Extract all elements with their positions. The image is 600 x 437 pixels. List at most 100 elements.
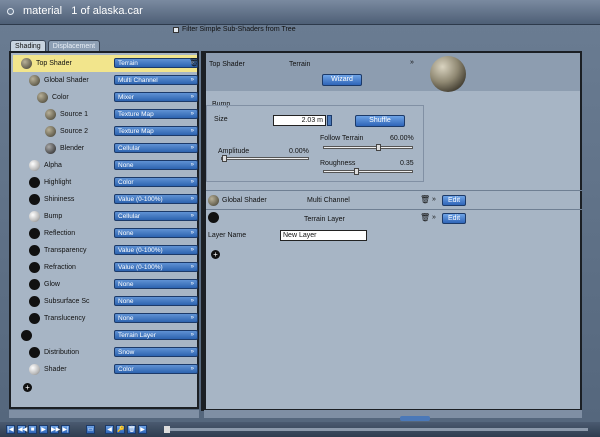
amplitude-knob[interactable]	[222, 155, 227, 162]
tree-row[interactable]: Glow None »	[13, 276, 198, 293]
tree-row[interactable]: Distribution Snow »	[13, 344, 198, 361]
tree-row[interactable]: Blender Cellular »	[13, 140, 198, 157]
shuffle-button[interactable]: Shuffle	[355, 115, 405, 127]
shader-ball-icon	[29, 228, 40, 239]
shader-dropdown[interactable]: Color »	[114, 177, 198, 187]
shader-dropdown[interactable]: None »	[114, 313, 198, 323]
stop-icon[interactable]: ■	[28, 425, 37, 434]
shader-ball-icon	[29, 75, 40, 86]
shader-dropdown[interactable]: Value (0-100%) »	[114, 262, 198, 272]
tree-row[interactable]: Highlight Color »	[13, 174, 198, 191]
amplitude-slider[interactable]	[221, 155, 309, 162]
shader-dropdown[interactable]: Multi Channel »	[114, 75, 198, 85]
prev-frame-icon[interactable]: ◀◀	[17, 425, 27, 434]
key-add-icon[interactable]: 🔑	[116, 425, 125, 434]
shader-dropdown[interactable]: None »	[114, 228, 198, 238]
tree-row-label: Distribution	[44, 349, 80, 356]
tree-horizontal-scrollbar[interactable]	[9, 410, 199, 418]
shader-dropdown[interactable]: Cellular »	[114, 143, 198, 153]
tree-row-label: Alpha	[44, 162, 62, 169]
shader-dropdown[interactable]: Color »	[114, 364, 198, 374]
tree-row[interactable]: Terrain Layer »	[13, 327, 198, 344]
follow-terrain-knob[interactable]	[376, 144, 381, 151]
shader-ball-icon	[45, 143, 56, 154]
tree-row[interactable]: Transparency Value (0-100%) »	[13, 242, 198, 259]
follow-terrain-slider[interactable]	[323, 144, 413, 151]
timeline-scrubber[interactable]	[164, 426, 170, 433]
shader-dropdown[interactable]: Snow »	[114, 347, 198, 357]
tree-row-label: Color	[52, 94, 69, 101]
tree-row[interactable]: Shininess Value (0-100%) »	[13, 191, 198, 208]
chevron-down-icon: »	[190, 349, 194, 355]
layer-name-input[interactable]: New Layer	[280, 230, 367, 241]
shader-dropdown[interactable]: Cellular »	[114, 211, 198, 221]
tree-row[interactable]: Subsurface Sc None »	[13, 293, 198, 310]
close-icon[interactable]	[7, 8, 14, 15]
tree-row[interactable]: Translucency None »	[13, 310, 198, 327]
tree-row[interactable]: Source 1 Texture Map »	[13, 106, 198, 123]
key-delete-icon[interactable]: 🗑	[127, 425, 136, 434]
roughness-knob[interactable]	[354, 168, 359, 175]
first-frame-icon[interactable]: |◀	[6, 425, 15, 434]
size-input[interactable]: 2.03 m	[273, 115, 326, 126]
settings-horizontal-scrollbar[interactable]	[204, 410, 582, 418]
tree-row[interactable]: Source 2 Texture Map »	[13, 123, 198, 140]
shader-dropdown-value: Value (0-100%)	[118, 264, 163, 271]
tree-row[interactable]: Bump Cellular »	[13, 208, 198, 225]
filter-label: Filter Simple Sub-Shaders from Tree	[182, 26, 296, 33]
trash-icon[interactable]: 🗑	[420, 195, 430, 204]
filter-checkbox-row[interactable]: Filter Simple Sub-Shaders from Tree	[173, 26, 296, 33]
shader-dropdown[interactable]: Texture Map »	[114, 126, 198, 136]
chevron-down-icon[interactable]: »	[432, 196, 436, 203]
splitter-handle[interactable]	[400, 416, 430, 421]
shader-dropdown[interactable]: Terrain»	[114, 58, 198, 68]
shader-dropdown[interactable]: Mixer »	[114, 92, 198, 102]
chevron-down-icon[interactable]: »	[410, 59, 414, 66]
play-icon[interactable]: ▶	[39, 425, 48, 434]
tree-row[interactable]: Color Mixer »	[13, 89, 198, 106]
trash-icon[interactable]: 🗑	[189, 58, 199, 67]
shader-dropdown-value: Color	[118, 179, 134, 186]
global-shader-edit-button[interactable]: Edit	[442, 195, 466, 206]
shader-dropdown[interactable]: Value (0-100%) »	[114, 194, 198, 204]
tree-row[interactable]: Alpha None »	[13, 157, 198, 174]
shader-dropdown[interactable]: Value (0-100%) »	[114, 245, 198, 255]
shader-dropdown[interactable]: None »	[114, 160, 198, 170]
record-icon[interactable]: ▭	[86, 425, 95, 434]
chevron-down-icon: »	[190, 298, 194, 304]
timeline-track[interactable]	[168, 428, 588, 431]
add-layer-icon[interactable]: +	[211, 250, 220, 259]
tree-row[interactable]: Reflection None »	[13, 225, 198, 242]
roughness-slider[interactable]	[323, 168, 413, 175]
shader-dropdown[interactable]: None »	[114, 296, 198, 306]
shader-ball-icon	[29, 194, 40, 205]
tree-row[interactable]: Shader Color »	[13, 361, 198, 378]
global-shader-label: Global Shader	[222, 197, 267, 204]
chevron-down-icon[interactable]: »	[432, 214, 436, 221]
shader-dropdown[interactable]: Terrain Layer »	[114, 330, 198, 340]
tree-row[interactable]: Refraction Value (0-100%) »	[13, 259, 198, 276]
size-stepper[interactable]	[327, 115, 332, 126]
key-back-icon[interactable]: ◀	[105, 425, 114, 434]
wizard-button[interactable]: Wizard	[322, 74, 362, 86]
terrain-layer-edit-button[interactable]: Edit	[442, 213, 466, 224]
shader-dropdown[interactable]: Texture Map »	[114, 109, 198, 119]
tree-row[interactable]: Global Shader Multi Channel »	[13, 72, 198, 89]
shader-dropdown[interactable]: None »	[114, 279, 198, 289]
key-forward-icon[interactable]: ▶	[138, 425, 147, 434]
last-frame-icon[interactable]: ▶|	[61, 425, 70, 434]
shader-ball-icon	[21, 330, 32, 341]
layer-name-label: Layer Name	[208, 232, 247, 239]
material-window: material 1 of alaska.car Filter Simple S…	[0, 0, 600, 437]
trash-icon[interactable]: 🗑	[420, 213, 430, 222]
roughness-value: 0.35	[400, 160, 414, 167]
chevron-down-icon: »	[190, 111, 194, 117]
terrain-preview-sphere	[430, 56, 466, 92]
shader-dropdown-value: None	[118, 162, 134, 169]
next-frame-icon[interactable]: ▶▶	[50, 425, 60, 434]
shader-dropdown-value: Cellular	[118, 145, 141, 152]
chevron-down-icon: »	[190, 264, 194, 270]
filter-checkbox[interactable]	[173, 26, 179, 33]
add-shader-icon[interactable]: +	[23, 383, 32, 392]
tree-row[interactable]: Top Shader Terrain» 🗑	[13, 55, 199, 72]
